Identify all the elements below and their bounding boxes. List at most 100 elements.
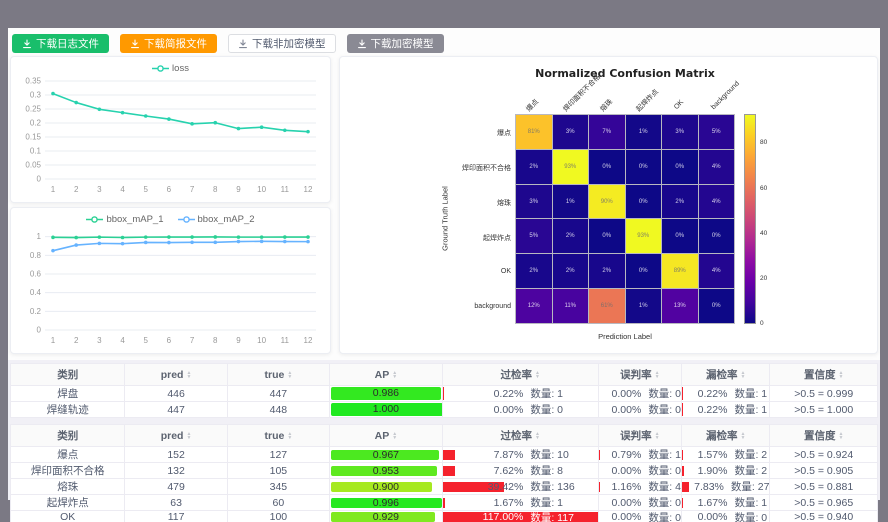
svg-text:7: 7 xyxy=(190,336,195,345)
column-header[interactable]: 置信度▲▼ xyxy=(770,364,878,386)
missed-cell: 0.22%数量: 1 xyxy=(682,402,770,418)
legend-item-bbox_mAP_1[interactable]: bbox_mAP_1 xyxy=(86,213,163,226)
table-row: 焊印面积不合格1321050.9537.62%数量: 80.00%数量: 01.… xyxy=(11,463,878,479)
sort-icon[interactable]: ▲▼ xyxy=(186,432,191,440)
download-button-3[interactable]: 下载加密模型 xyxy=(347,34,444,53)
ap-cell: 1.000 xyxy=(330,402,443,418)
confidence-cell: >0.5 = 0.881 xyxy=(770,479,878,495)
column-header[interactable]: 误判率▲▼ xyxy=(598,425,681,447)
rate-percent: 7.87% xyxy=(443,449,524,461)
column-header[interactable]: 漏检率▲▼ xyxy=(682,364,770,386)
ap-cell: 0.900 xyxy=(330,479,443,495)
sort-icon[interactable]: ▲▼ xyxy=(740,432,745,440)
svg-text:6: 6 xyxy=(167,336,172,345)
svg-text:0.3: 0.3 xyxy=(30,91,42,100)
cm-cell: 1% xyxy=(553,185,589,219)
column-header[interactable]: 漏检率▲▼ xyxy=(682,425,770,447)
cm-cell: 12% xyxy=(516,289,552,323)
true-cell: 60 xyxy=(227,495,329,511)
missed-cell: 1.67%数量: 1 xyxy=(682,495,770,511)
cm-cell: 4% xyxy=(699,150,735,184)
rate-count: 数量: 117 xyxy=(523,511,574,522)
rate-count: 数量: 0 xyxy=(641,402,681,417)
rate-percent: 0.00% xyxy=(599,388,642,400)
rate-percent: 0.00% xyxy=(599,497,642,509)
svg-text:3: 3 xyxy=(97,185,102,194)
rate-count: 数量: 0 xyxy=(641,463,681,478)
cm-cell: 2% xyxy=(662,185,698,219)
sort-icon[interactable]: ▲▼ xyxy=(287,371,292,379)
cm-cell: 0% xyxy=(662,219,698,253)
column-header-label: AP xyxy=(375,369,390,381)
rate-percent: 0.22% xyxy=(682,388,727,400)
loss-chart-card: loss 00.050.10.150.20.250.30.35123456789… xyxy=(10,56,331,203)
category-cell: 焊印面积不合格 xyxy=(11,463,125,479)
rate-count: 数量: 1 xyxy=(523,386,563,401)
sort-icon[interactable]: ▲▼ xyxy=(838,432,843,440)
column-header-label: true xyxy=(264,369,284,381)
ap-value: 0.953 xyxy=(330,465,442,477)
button-label: 下载非加密模型 xyxy=(252,36,326,51)
column-header[interactable]: pred▲▼ xyxy=(125,425,227,447)
svg-text:4: 4 xyxy=(120,185,125,194)
column-header[interactable]: 过检率▲▼ xyxy=(442,364,598,386)
column-header-label: 过检率 xyxy=(501,428,533,443)
download-button-0[interactable]: 下载日志文件 xyxy=(12,34,109,53)
loss-chart: 00.050.10.150.20.250.30.3512345678910111… xyxy=(11,75,330,202)
sort-icon[interactable]: ▲▼ xyxy=(740,371,745,379)
misjudge-cell: 0.00%数量: 0 xyxy=(598,511,681,522)
cm-colorbar-tick: 60 xyxy=(760,185,767,192)
missed-cell: 1.57%数量: 2 xyxy=(682,447,770,463)
column-header[interactable]: AP▲▼ xyxy=(330,364,443,386)
column-header: 类别 xyxy=(11,425,125,447)
rate-count: 数量: 1 xyxy=(641,447,681,462)
legend-line-icon xyxy=(86,215,103,224)
sort-icon[interactable]: ▲▼ xyxy=(287,432,292,440)
overdetect-cell: 39.42%数量: 136 xyxy=(442,479,598,495)
column-header-label: 类别 xyxy=(57,367,78,382)
metric-tables-zone: 类别pred▲▼true▲▼AP▲▼过检率▲▼误判率▲▼漏检率▲▼置信度▲▼焊盘… xyxy=(8,360,880,500)
sort-icon[interactable]: ▲▼ xyxy=(186,371,191,379)
column-header[interactable]: true▲▼ xyxy=(227,364,329,386)
svg-text:5: 5 xyxy=(144,185,149,194)
cm-cell: 61% xyxy=(589,289,625,323)
rate-percent: 1.90% xyxy=(682,465,727,477)
rate-percent: 0.22% xyxy=(443,388,524,400)
cm-cell: 3% xyxy=(662,115,698,149)
sort-icon[interactable]: ▲▼ xyxy=(655,432,660,440)
column-header[interactable]: AP▲▼ xyxy=(330,425,443,447)
legend-item-bbox_mAP_2[interactable]: bbox_mAP_2 xyxy=(178,213,255,226)
sort-icon[interactable]: ▲▼ xyxy=(535,371,540,379)
cm-cell: 0% xyxy=(589,150,625,184)
svg-text:1: 1 xyxy=(37,232,42,241)
sort-icon[interactable]: ▲▼ xyxy=(838,371,843,379)
sort-icon[interactable]: ▲▼ xyxy=(392,432,397,440)
column-header[interactable]: true▲▼ xyxy=(227,425,329,447)
column-header[interactable]: pred▲▼ xyxy=(125,364,227,386)
column-header[interactable]: 过检率▲▼ xyxy=(442,425,598,447)
misjudge-cell: 1.16%数量: 4 xyxy=(598,479,681,495)
svg-text:1: 1 xyxy=(51,185,56,194)
ap-value: 0.929 xyxy=(330,511,442,522)
legend-line-icon xyxy=(152,64,169,73)
download-button-2[interactable]: 下载非加密模型 xyxy=(228,34,336,53)
category-cell: OK xyxy=(11,511,125,522)
download-button-1[interactable]: 下载简报文件 xyxy=(120,34,217,53)
download-icon xyxy=(238,39,248,49)
defect-metric-table: 类别pred▲▼true▲▼AP▲▼过检率▲▼误判率▲▼漏检率▲▼置信度▲▼爆点… xyxy=(10,424,878,522)
column-header[interactable]: 误判率▲▼ xyxy=(598,364,681,386)
svg-text:0.15: 0.15 xyxy=(25,133,41,142)
sort-icon[interactable]: ▲▼ xyxy=(655,371,660,379)
sort-icon[interactable]: ▲▼ xyxy=(535,432,540,440)
legend-label: loss xyxy=(172,63,189,74)
sort-icon[interactable]: ▲▼ xyxy=(392,371,397,379)
overdetect-cell: 0.22%数量: 1 xyxy=(442,386,598,402)
column-header-label: pred xyxy=(161,369,184,381)
cm-col-label: background xyxy=(710,80,741,111)
loss-chart-legend: loss xyxy=(11,57,330,75)
column-header[interactable]: 置信度▲▼ xyxy=(770,425,878,447)
misjudge-cell: 0.00%数量: 0 xyxy=(598,463,681,479)
cm-cell: 7% xyxy=(589,115,625,149)
column-header-label: 误判率 xyxy=(620,428,652,443)
legend-item-loss[interactable]: loss xyxy=(152,62,189,75)
